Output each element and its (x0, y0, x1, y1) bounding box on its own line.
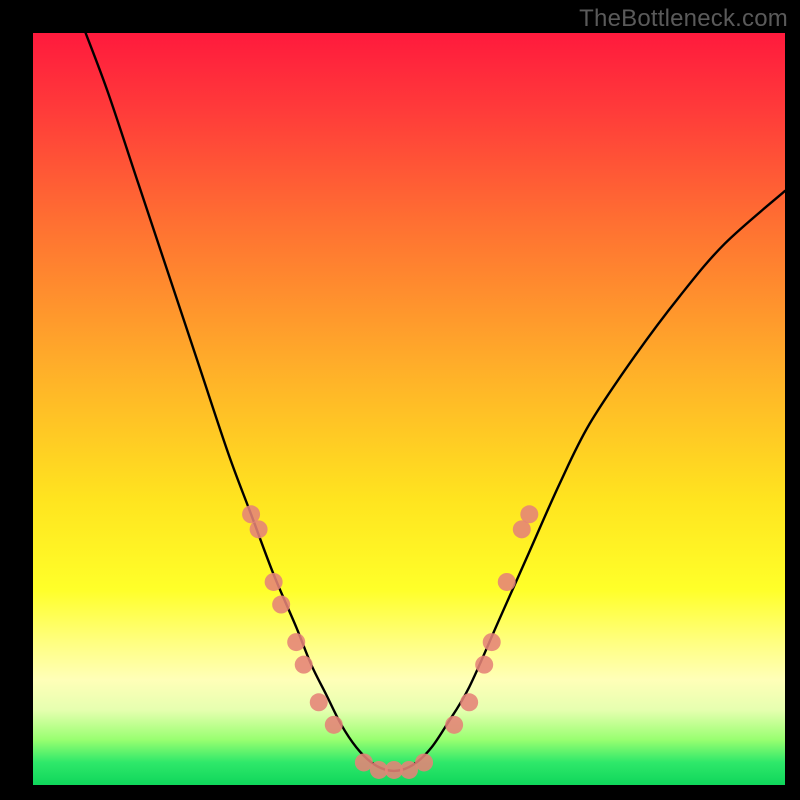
data-marker (483, 633, 501, 651)
data-marker (498, 573, 516, 591)
watermark-text: TheBottleneck.com (579, 5, 788, 33)
data-marker (272, 596, 290, 614)
data-marker (250, 520, 268, 538)
curve-path (86, 33, 785, 771)
data-marker (325, 716, 343, 734)
plot-area (33, 33, 785, 785)
chart-frame: TheBottleneck.com (0, 0, 800, 800)
data-marker (310, 693, 328, 711)
chart-svg (33, 33, 785, 785)
data-marker (445, 716, 463, 734)
data-marker (295, 656, 313, 674)
data-marker (475, 656, 493, 674)
data-marker (287, 633, 305, 651)
data-marker (520, 505, 538, 523)
data-marker (415, 753, 433, 771)
data-marker (265, 573, 283, 591)
marker-group (242, 505, 538, 779)
data-marker (460, 693, 478, 711)
